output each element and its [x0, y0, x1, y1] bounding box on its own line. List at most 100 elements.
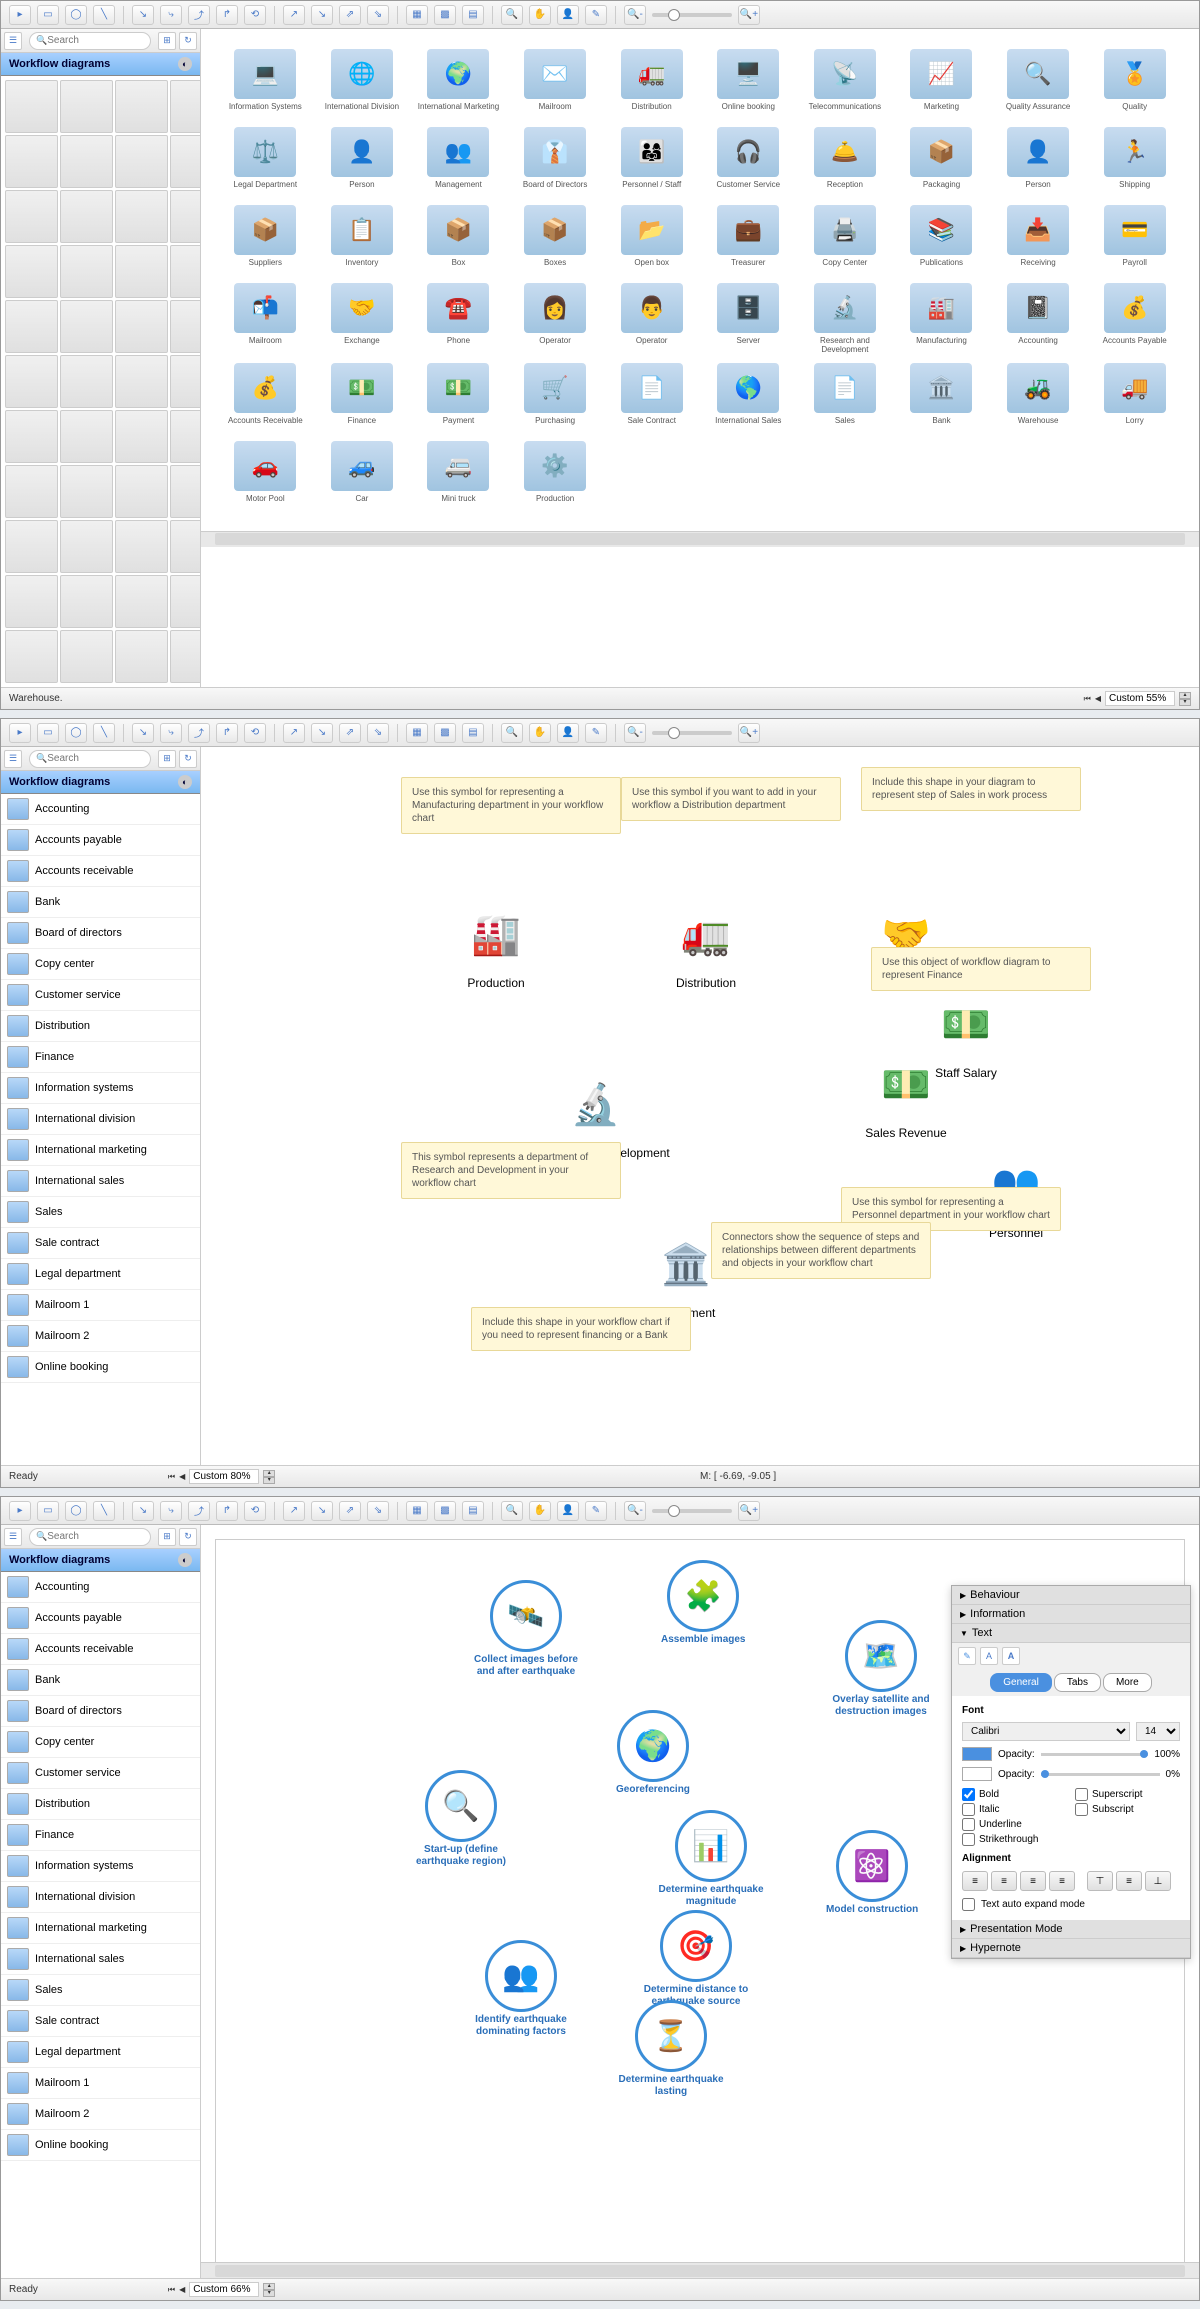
zoom-in[interactable]: 🔍+ — [738, 723, 760, 743]
library-item[interactable]: 💰Accounts Receivable — [221, 363, 310, 433]
text-tool-1[interactable]: ✎ — [958, 1647, 976, 1665]
tool-arrow4[interactable]: ⇘ — [367, 5, 389, 25]
list-item[interactable]: Online booking — [1, 1352, 200, 1383]
inspector-tab[interactable]: More — [1103, 1673, 1152, 1692]
tool-user[interactable]: 👤 — [557, 723, 579, 743]
library-item[interactable]: 🏛️Bank — [897, 363, 986, 433]
inspector-section[interactable]: ▼Text — [952, 1624, 1190, 1643]
library-item[interactable]: 📦Boxes — [511, 205, 600, 275]
tool-oval[interactable]: ◯ — [65, 1501, 87, 1521]
library-item[interactable]: 🚚Lorry — [1090, 363, 1179, 433]
thumbnail[interactable] — [170, 190, 200, 243]
tool-hand[interactable]: ✋ — [529, 1501, 551, 1521]
tool-c5[interactable]: ⟲ — [244, 723, 266, 743]
list-item[interactable]: International marketing — [1, 1913, 200, 1944]
tool-c2[interactable]: ⤷ — [160, 723, 182, 743]
thumbnail[interactable] — [60, 630, 113, 683]
align-left[interactable]: ≡ — [962, 1871, 988, 1891]
search-input[interactable] — [47, 753, 144, 764]
library-item[interactable]: 📦Suppliers — [221, 205, 310, 275]
zoom-out[interactable]: 🔍- — [624, 5, 646, 25]
list-item[interactable]: International division — [1, 1882, 200, 1913]
zoom-in[interactable]: 🔍+ — [738, 1501, 760, 1521]
tool-a4[interactable]: ⇘ — [367, 1501, 389, 1521]
library-item[interactable]: 🎧Customer Service — [704, 127, 793, 197]
library-item[interactable]: 📓Accounting — [994, 283, 1083, 355]
inspector-section[interactable]: ▶Behaviour — [952, 1586, 1190, 1605]
text-tool-3[interactable]: A — [1002, 1647, 1020, 1665]
thumbnail[interactable] — [115, 245, 168, 298]
library-item[interactable]: 🌎International Sales — [704, 363, 793, 433]
thumbnail[interactable] — [170, 520, 200, 573]
font-family-select[interactable]: Calibri — [962, 1722, 1130, 1741]
library-item[interactable]: 👥Management — [414, 127, 503, 197]
list-item[interactable]: Board of directors — [1, 918, 200, 949]
thumbnail[interactable] — [115, 355, 168, 408]
tool-g2[interactable]: ▩ — [434, 1501, 456, 1521]
list-item[interactable]: Copy center — [1, 949, 200, 980]
tool-edit[interactable]: ✎ — [585, 723, 607, 743]
side-tree-icon[interactable]: ☰ — [4, 750, 22, 768]
cb-superscript[interactable]: Superscript — [1075, 1788, 1180, 1801]
library-item[interactable]: 💻Information Systems — [221, 49, 310, 119]
page-prev-icon[interactable]: ◀ — [1095, 694, 1101, 703]
library-item[interactable]: 🖥️Online booking — [704, 49, 793, 119]
tool-conn2[interactable]: ⤷ — [160, 5, 182, 25]
tool-a4[interactable]: ⇘ — [367, 723, 389, 743]
tool-line[interactable]: ╲ — [93, 723, 115, 743]
list-item[interactable]: International marketing — [1, 1135, 200, 1166]
tool-zoom[interactable]: 🔍 — [501, 1501, 523, 1521]
library-item[interactable]: 🔍Quality Assurance — [994, 49, 1083, 119]
tool-conn3[interactable]: ⤴ — [188, 5, 210, 25]
inspector-section[interactable]: ▶Information — [952, 1605, 1190, 1624]
tool-group2[interactable]: ▩ — [434, 5, 456, 25]
thumbnail[interactable] — [60, 410, 113, 463]
thumbnail[interactable] — [60, 300, 113, 353]
tool-c1[interactable]: ↘ — [132, 1501, 154, 1521]
tool-rect[interactable]: ▭ — [37, 1501, 59, 1521]
bg-swatch[interactable] — [962, 1767, 992, 1781]
library-item[interactable]: 💵Payment — [414, 363, 503, 433]
zoom-input[interactable] — [189, 2282, 259, 2297]
list-item[interactable]: Sale contract — [1, 2006, 200, 2037]
list-item[interactable]: Information systems — [1, 1851, 200, 1882]
library-item[interactable]: 🏭Manufacturing — [897, 283, 986, 355]
page-first-icon[interactable]: ⏮ — [1084, 694, 1091, 704]
library-item[interactable]: ☎️Phone — [414, 283, 503, 355]
inspector-section[interactable]: ▶Presentation Mode — [952, 1920, 1190, 1939]
list-item[interactable]: Finance — [1, 1820, 200, 1851]
side-refresh-icon[interactable]: ↻ — [179, 32, 197, 50]
thumbnail[interactable] — [60, 355, 113, 408]
panel-close-icon[interactable]: ◐ — [178, 1553, 192, 1567]
side-grid-icon[interactable]: ⊞ — [158, 32, 176, 50]
thumbnail[interactable] — [115, 190, 168, 243]
page-prev-icon[interactable]: ◀ — [179, 1472, 185, 1481]
tool-pointer[interactable]: ▸ — [9, 5, 31, 25]
zoom-up[interactable]: ▴ — [263, 2283, 275, 2290]
cb-bold[interactable]: Bold — [962, 1788, 1067, 1801]
list-item[interactable]: Accounting — [1, 794, 200, 825]
thumbnail[interactable] — [170, 135, 200, 188]
thumbnail[interactable] — [60, 575, 113, 628]
tool-a1[interactable]: ↗ — [283, 723, 305, 743]
tool-a3[interactable]: ⇗ — [339, 1501, 361, 1521]
list-item[interactable]: Sales — [1, 1975, 200, 2006]
thumbnail[interactable] — [5, 465, 58, 518]
thumbnail[interactable] — [5, 80, 58, 133]
thumbnail[interactable] — [115, 80, 168, 133]
thumbnail[interactable] — [5, 575, 58, 628]
thumbnail[interactable] — [170, 80, 200, 133]
list-item[interactable]: Accounting — [1, 1572, 200, 1603]
thumbnail[interactable] — [115, 465, 168, 518]
circle-node[interactable]: 📊Determine earthquake magnitude — [656, 1810, 766, 1908]
library-item[interactable]: 🚛Distribution — [607, 49, 696, 119]
tool-user[interactable]: 👤 — [557, 1501, 579, 1521]
cb-underline[interactable]: Underline — [962, 1818, 1067, 1831]
list-item[interactable]: International sales — [1, 1944, 200, 1975]
zoom-out[interactable]: 🔍- — [624, 723, 646, 743]
fg-swatch[interactable] — [962, 1747, 992, 1761]
library-item[interactable]: 📦Box — [414, 205, 503, 275]
circle-node[interactable]: 🔍Start-up (define earthquake region) — [406, 1770, 516, 1868]
tool-edit[interactable]: ✎ — [585, 1501, 607, 1521]
tool-c3[interactable]: ⤴ — [188, 723, 210, 743]
